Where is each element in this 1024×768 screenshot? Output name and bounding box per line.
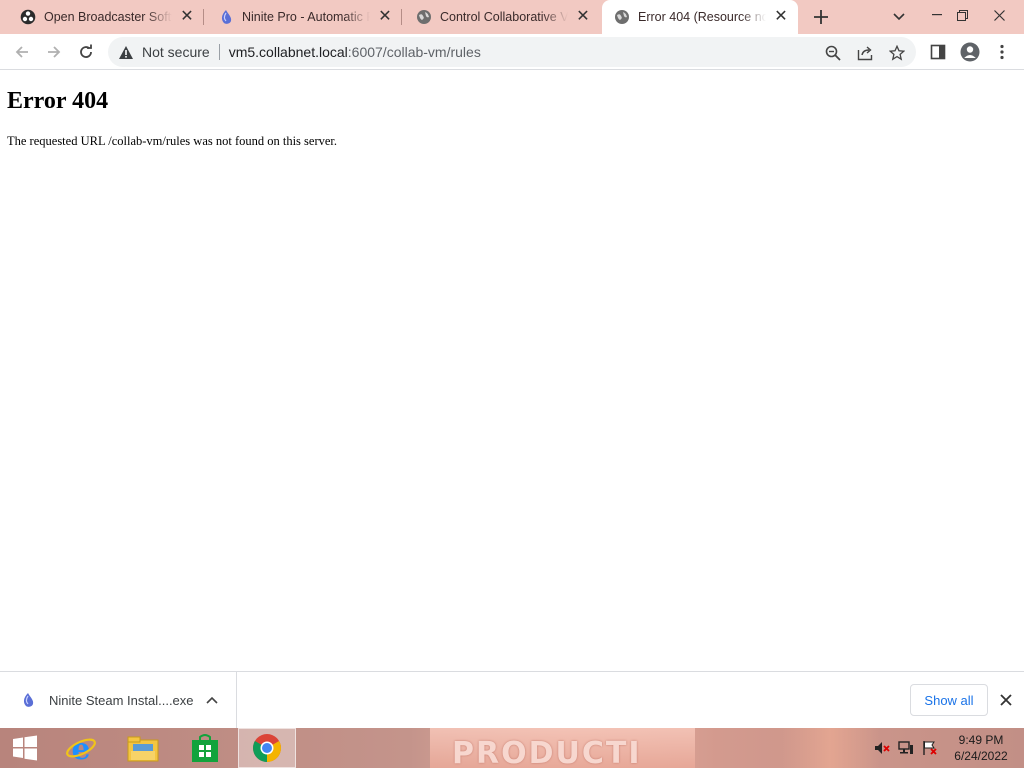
close-tab-icon[interactable]: ✕ [574, 8, 592, 26]
close-shelf-icon[interactable] [996, 690, 1016, 710]
url-path: :6007/collab-vm/rules [347, 44, 481, 60]
network-icon[interactable] [898, 740, 914, 756]
chrome-taskbar-icon[interactable] [238, 728, 296, 768]
tab-obs[interactable]: Open Broadcaster Software ✕ [8, 0, 204, 34]
browser-toolbar: Not secure vm5.collabnet.local:6007/coll… [0, 34, 1024, 70]
tab-collabvm[interactable]: Control Collaborative Virtual Machines ✕ [404, 0, 600, 34]
tab-error-404[interactable]: Error 404 (Resource not found) ✕ [602, 0, 798, 34]
tab-search-chevron-icon[interactable] [888, 7, 910, 27]
url-host: vm5.collabnet.local [228, 44, 348, 60]
tab-title: Open Broadcaster Software [44, 10, 172, 24]
warning-triangle-icon[interactable] [118, 44, 134, 60]
forward-arrow-icon[interactable] [40, 38, 68, 66]
side-panel-icon[interactable] [924, 38, 952, 66]
page-title: Error 404 [7, 88, 109, 114]
globe-icon [416, 9, 432, 25]
windows-logo-icon [13, 735, 37, 761]
url-text[interactable]: vm5.collabnet.local:6007/collab-vm/rules [229, 44, 481, 60]
download-item[interactable]: Ninite Steam Instal....exe [0, 672, 237, 728]
back-arrow-icon[interactable] [8, 38, 36, 66]
window-close-icon[interactable] [982, 0, 1016, 30]
tab-separator [203, 9, 204, 25]
close-tab-icon[interactable]: ✕ [376, 8, 394, 26]
tab-separator [401, 9, 402, 25]
share-icon[interactable] [856, 44, 874, 62]
taskbar: PRODUCTI e 9:49 PM 6/24/2022 [0, 728, 1024, 768]
file-explorer-icon[interactable] [114, 728, 172, 768]
ninite-icon [218, 9, 234, 25]
svg-text:e: e [71, 732, 90, 764]
tab-title: Error 404 (Resource not found) [638, 10, 766, 24]
reload-icon[interactable] [72, 38, 100, 66]
tab-ninite[interactable]: Ninite Pro - Automatic Patching ✕ [206, 0, 402, 34]
close-tab-icon[interactable]: ✕ [178, 8, 196, 26]
address-bar[interactable]: Not secure vm5.collabnet.local:6007/coll… [108, 37, 916, 67]
start-button[interactable] [0, 728, 50, 768]
download-filename: Ninite Steam Instal....exe [49, 692, 194, 708]
globe-icon [614, 9, 630, 25]
action-center-flag-icon[interactable] [922, 740, 938, 756]
close-tab-icon[interactable]: ✕ [772, 8, 790, 26]
restore-icon[interactable] [945, 0, 979, 30]
show-all-button[interactable]: Show all [910, 684, 988, 716]
menu-dots-icon[interactable] [988, 38, 1016, 66]
obs-icon [20, 9, 36, 25]
ninite-icon [20, 692, 36, 708]
bookmark-star-icon[interactable] [888, 44, 906, 62]
internet-explorer-icon[interactable]: e [52, 728, 110, 768]
page-content: Error 404 The requested URL /collab-vm/r… [0, 71, 1024, 671]
tab-title: Control Collaborative Virtual Machines [440, 10, 568, 24]
system-clock[interactable]: 9:49 PM 6/24/2022 [946, 732, 1016, 766]
profile-avatar-icon[interactable] [956, 38, 984, 66]
clock-date: 6/24/2022 [954, 749, 1008, 763]
tab-strip: Open Broadcaster Software ✕ Ninite Pro -… [0, 0, 1024, 34]
clock-time: 9:49 PM [958, 733, 1004, 747]
omnibox-divider [218, 44, 220, 60]
error-message: The requested URL /collab-vm/rules was n… [7, 134, 338, 148]
security-label[interactable]: Not secure [142, 44, 210, 60]
chevron-up-icon[interactable] [202, 690, 222, 710]
new-tab-button[interactable] [808, 5, 834, 29]
wallpaper-text: PRODUCTI [452, 736, 642, 768]
tab-title: Ninite Pro - Automatic Patching [242, 10, 370, 24]
zoom-icon[interactable] [824, 44, 842, 62]
volume-muted-icon[interactable] [874, 740, 890, 756]
store-icon[interactable] [176, 728, 234, 768]
download-shelf: Ninite Steam Instal....exe Show all [0, 671, 1024, 728]
wallpaper-area [780, 728, 880, 768]
